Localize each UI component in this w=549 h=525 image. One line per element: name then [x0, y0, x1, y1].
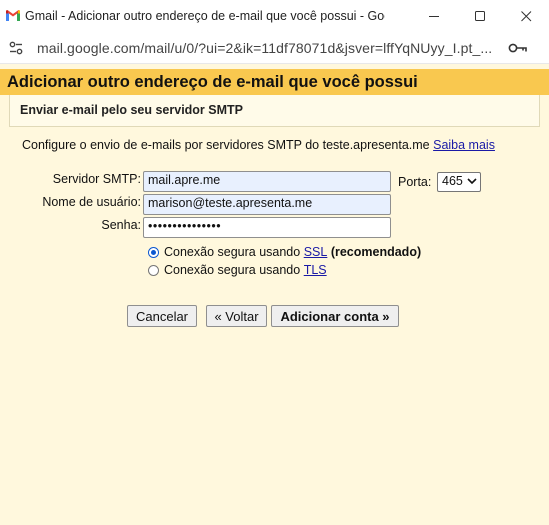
dialog-content: Adicionar outro endereço de e-mail que v… [0, 64, 549, 525]
close-icon [520, 11, 531, 22]
ssl-link[interactable]: SSL [304, 245, 328, 259]
intro-description: Configure o envio de e-mails por servido… [22, 138, 430, 152]
username-label: Nome de usuário: [42, 195, 141, 209]
section-title: Enviar e-mail pelo seu servidor SMTP [20, 103, 243, 117]
add-account-button[interactable]: Adicionar conta » [271, 305, 399, 327]
site-settings-icon[interactable] [8, 40, 24, 56]
smtp-server-label: Servidor SMTP: [52, 172, 141, 186]
tls-radio[interactable] [148, 264, 159, 276]
intro-text: Configure o envio de e-mails por servido… [22, 138, 495, 152]
gmail-logo-icon [6, 10, 20, 21]
minimize-icon [428, 16, 439, 17]
port-label: Porta: [398, 175, 432, 189]
cancel-button[interactable]: Cancelar [127, 305, 197, 327]
ssl-option-prefix: Conexão segura usando [164, 245, 301, 259]
ssl-radio[interactable] [148, 246, 159, 258]
password-label: Senha: [101, 218, 141, 232]
tls-option-prefix: Conexão segura usando [164, 263, 301, 277]
ssl-recommended: (recomendado) [330, 245, 422, 259]
window-title: Gmail - Adicionar outro endereço de e-ma… [25, 9, 385, 23]
chevron-down-icon [467, 178, 477, 185]
port-value: 465 [442, 174, 463, 188]
tls-link[interactable]: TLS [304, 263, 327, 277]
maximize-button[interactable] [457, 0, 503, 33]
address-bar: mail.google.com/mail/u/0/?ui=2&ik=11df78… [0, 33, 549, 64]
section-panel: Enviar e-mail pelo seu servidor SMTP [9, 95, 540, 127]
close-button[interactable] [503, 0, 549, 33]
maximize-icon [474, 11, 485, 21]
learn-more-link[interactable]: Saiba mais [433, 138, 495, 152]
password-input[interactable]: ••••••••••••••• [143, 217, 391, 238]
url-text[interactable]: mail.google.com/mail/u/0/?ui=2&ik=11df78… [37, 40, 492, 56]
ssl-option[interactable]: Conexão segura usando SSL (recomendado) [148, 245, 421, 259]
smtp-server-input[interactable]: mail.apre.me [143, 171, 391, 192]
username-input[interactable]: marison@teste.apresenta.me [143, 194, 391, 215]
window-title-bar: Gmail - Adicionar outro endereço de e-ma… [0, 0, 549, 33]
back-button[interactable]: « Voltar [206, 305, 267, 327]
key-icon[interactable] [508, 42, 528, 54]
minimize-button[interactable] [411, 0, 457, 33]
port-select[interactable]: 465 [437, 172, 481, 192]
tls-option[interactable]: Conexão segura usando TLS [148, 263, 327, 277]
page-title: Adicionar outro endereço de e-mail que v… [0, 69, 549, 95]
